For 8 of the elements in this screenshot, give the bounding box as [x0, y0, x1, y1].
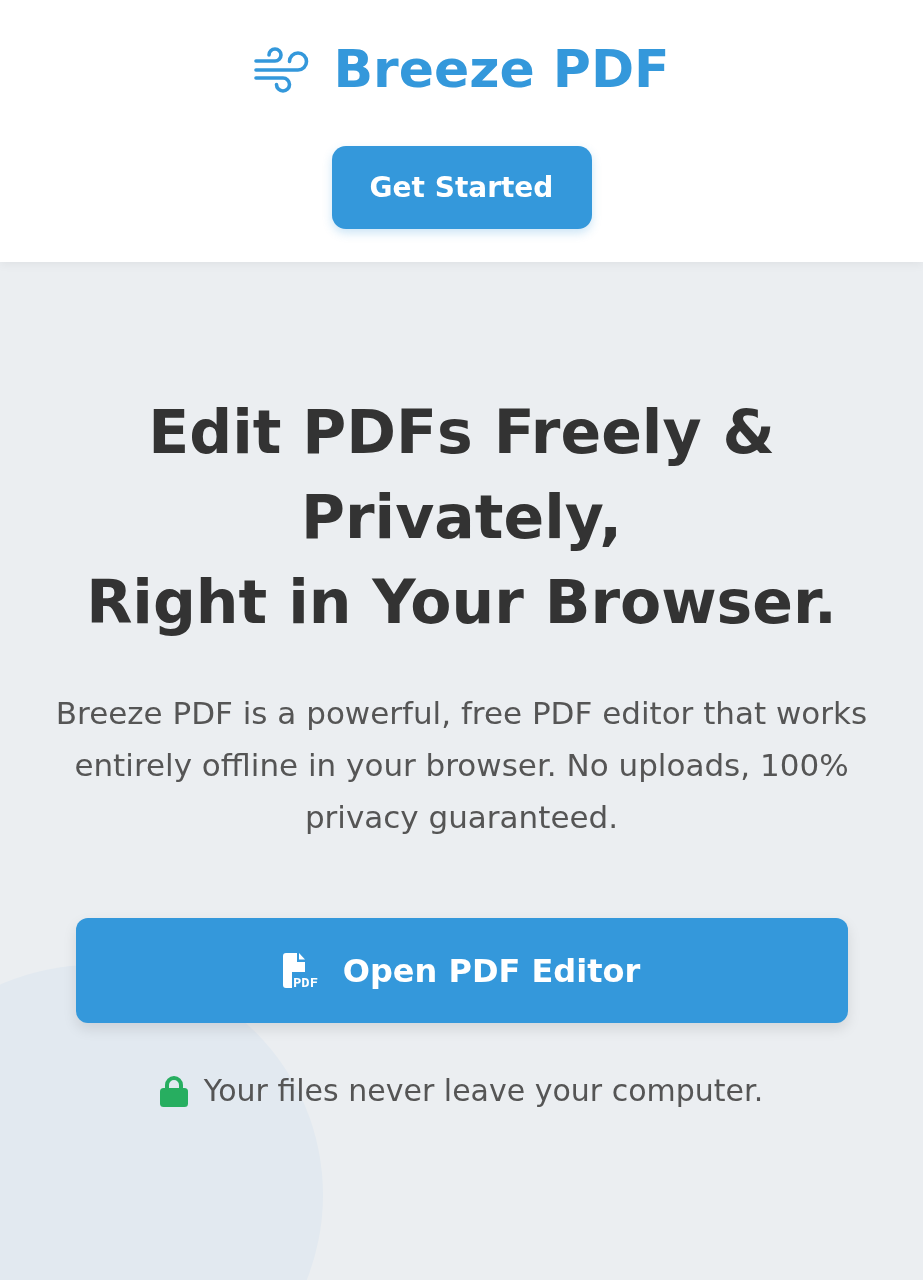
brand-name: Breeze PDF — [333, 38, 670, 101]
get-started-button[interactable]: Get Started — [331, 146, 592, 230]
hero-description: Breeze PDF is a powerful, free PDF editor that works entirely offline in your browser. No uploads, 100% privacy guaranteed. — [54, 694, 869, 837]
hero-headline: Edit PDFs Freely & Privately, Right in Your Browser. — [85, 396, 838, 639]
wind-icon — [253, 45, 310, 94]
lock-icon — [159, 1075, 188, 1107]
privacy-note: Your files never leave your computer. — [203, 1072, 764, 1110]
open-pdf-editor-button[interactable]: PDF Open PDF Editor — [75, 918, 848, 1023]
